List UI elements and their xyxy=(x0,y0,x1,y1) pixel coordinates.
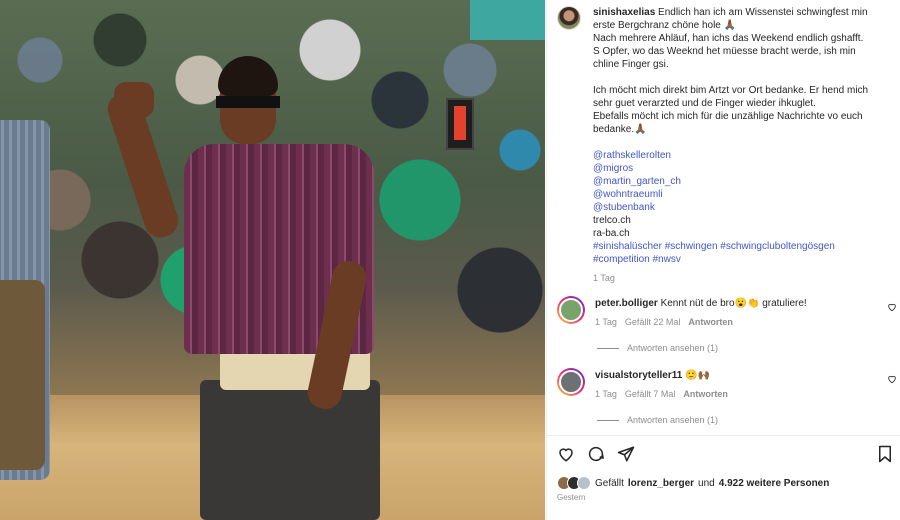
comment-text: 🙂🙌🏾 xyxy=(685,370,710,381)
wrestler-figure xyxy=(103,56,390,520)
caption-line: chline Finger gsi. xyxy=(593,59,669,70)
caption-line: Endlich han ich am Wissenstei schwingfes… xyxy=(658,7,868,18)
author-username[interactable]: sinishaxelias xyxy=(593,7,655,18)
hashtag-links[interactable]: #competition #nwsv xyxy=(593,253,893,266)
author-avatar[interactable] xyxy=(557,6,581,30)
scoreboard xyxy=(446,98,474,150)
comment-time: 1 Tag xyxy=(595,317,617,327)
heart-icon[interactable] xyxy=(557,445,575,463)
reply-button[interactable]: Antworten xyxy=(688,317,733,327)
banner xyxy=(470,0,545,40)
posted-date: Gestern xyxy=(557,493,586,502)
comment-icon[interactable] xyxy=(587,445,605,463)
bookmark-icon[interactable] xyxy=(877,445,893,463)
caption-line: Ich möcht mich direkt bim Artzt vor Ort … xyxy=(593,85,869,96)
opponent-leg xyxy=(0,280,45,470)
commenter-avatar[interactable] xyxy=(557,368,585,396)
mention-link[interactable]: @rathskellerolten xyxy=(593,149,893,162)
likes-count[interactable]: 4.922 weitere Personen xyxy=(719,478,830,489)
caption-line: Ebefalls möcht ich mich für die unzählig… xyxy=(593,111,863,122)
caption-line: S Opfer, wo das Weeknd het müesse bracht… xyxy=(593,46,856,57)
caption-text: trelco.ch xyxy=(593,215,631,226)
caption-line: Nach mehrere Ahläuf, han ichs das Weeken… xyxy=(593,33,864,44)
reply-button[interactable]: Antworten xyxy=(683,389,728,399)
likes-and: und xyxy=(698,477,715,489)
likes-summary[interactable]: Gefällt lorenz_berger und 4.922 weitere … xyxy=(557,476,829,490)
liker-avatars xyxy=(557,476,591,490)
caption-spacer xyxy=(593,136,893,149)
mention-link[interactable]: @migros xyxy=(593,162,893,175)
mention-link[interactable]: @stubenbank xyxy=(593,201,893,214)
caption-line: bedanke.🙏🏾 xyxy=(593,124,647,135)
comment: peter.bolliger Kennt nüt de bro😮👏 gratul… xyxy=(557,296,897,327)
view-replies-label: Antworten ansehen (1) xyxy=(627,415,719,425)
post-time: 1 Tag xyxy=(593,273,615,283)
likes-prefix: Gefällt xyxy=(595,477,624,489)
post-photo[interactable] xyxy=(0,0,545,520)
share-icon[interactable] xyxy=(617,445,635,463)
comment-username[interactable]: visualstoryteller11 xyxy=(595,370,682,381)
caption-spacer xyxy=(593,71,893,84)
post-actions: Gefällt lorenz_berger und 4.922 weitere … xyxy=(547,435,900,520)
post-side-panel: sinishaxelias Endlich han ich am Wissens… xyxy=(546,0,900,520)
post-caption: sinishaxelias Endlich han ich am Wissens… xyxy=(557,6,895,285)
comment-text: Kennt nüt de bro😮👏 gratuliere! xyxy=(660,298,807,309)
comment-username[interactable]: peter.bolliger xyxy=(595,298,658,309)
comment-like-heart-icon[interactable] xyxy=(887,302,897,315)
mention-link[interactable]: @martin_garten_ch xyxy=(593,175,893,188)
comment-time: 1 Tag xyxy=(595,389,617,399)
view-replies-button[interactable]: Antworten ansehen (1) xyxy=(597,343,718,353)
mention-link[interactable]: @wohntraeumli xyxy=(593,188,893,201)
caption-text: ra-ba.ch xyxy=(593,228,630,239)
comment: visualstoryteller11 🙂🙌🏾 1 Tag Gefällt 7 … xyxy=(557,368,897,399)
caption-line: erste Bergchranz chöne hole 🙏🏾 xyxy=(593,20,737,31)
caption-line: sehr guet verarzted und de Finger wieder… xyxy=(593,98,816,109)
comment-likes[interactable]: Gefällt 7 Mal xyxy=(625,389,676,399)
comment-likes[interactable]: Gefällt 22 Mal xyxy=(625,317,681,327)
hashtag-links[interactable]: #sinishalüscher #schwingen #schwingclubo… xyxy=(593,240,893,253)
view-replies-label: Antworten ansehen (1) xyxy=(627,343,719,353)
liker-username[interactable]: lorenz_berger xyxy=(628,478,694,489)
commenter-avatar[interactable] xyxy=(557,296,585,324)
comment-like-heart-icon[interactable] xyxy=(887,374,897,387)
view-replies-button[interactable]: Antworten ansehen (1) xyxy=(597,415,718,425)
